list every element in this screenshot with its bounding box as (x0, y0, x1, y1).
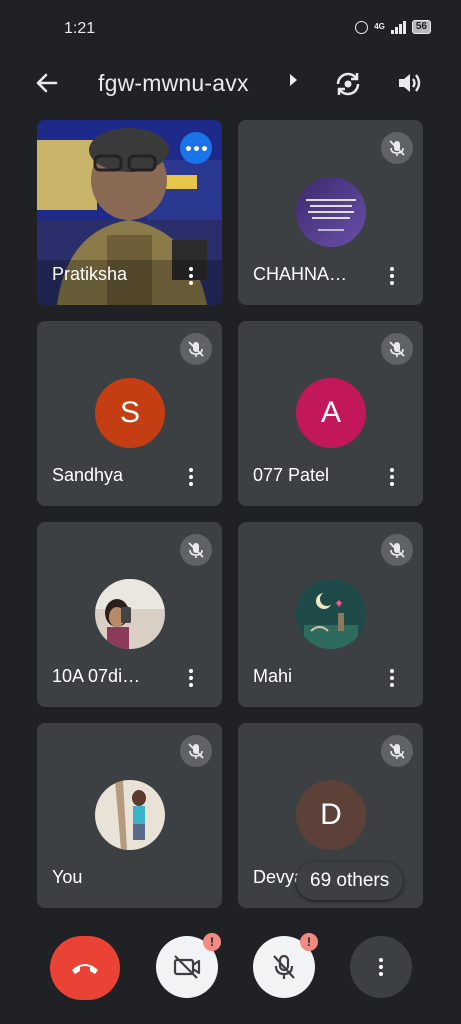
status-icons: 4G 56 (355, 20, 431, 34)
battery-icon: 56 (411, 20, 431, 34)
participant-avatar: A (296, 378, 366, 448)
participant-more-button[interactable] (382, 264, 402, 288)
call-controls: ! ! (0, 933, 461, 1002)
participant-avatar: D (296, 780, 366, 850)
participant-name: Sandhya (52, 465, 124, 485)
speaking-indicator-icon (180, 132, 212, 164)
more-options-button[interactable] (350, 936, 412, 998)
participant-avatar (296, 579, 366, 649)
participant-avatar (296, 177, 366, 247)
participant-tile[interactable]: Mahi (238, 522, 423, 707)
participant-name: You (52, 867, 83, 887)
mic-muted-icon (180, 534, 212, 566)
back-button[interactable] (30, 66, 64, 100)
participant-avatar (95, 780, 165, 850)
participant-name: Mahi (253, 666, 293, 686)
camera-toggle-button[interactable]: ! (156, 933, 221, 998)
participant-more-button[interactable] (181, 465, 201, 489)
participant-name: 10A 07di… (52, 666, 141, 686)
mic-muted-icon (381, 735, 413, 767)
signal-icon (390, 20, 406, 34)
participant-tile-self[interactable]: You (37, 723, 222, 908)
more-vert-icon (379, 958, 383, 976)
warning-badge-icon: ! (300, 933, 318, 951)
participant-tile[interactable]: A 077 Patel (238, 321, 423, 506)
participant-avatar (95, 579, 165, 649)
status-bar: 1:21 4G 56 (0, 0, 461, 58)
network-type: 4G (374, 22, 385, 31)
participant-more-button[interactable] (382, 465, 402, 489)
meeting-info-caret-icon[interactable] (290, 74, 297, 86)
switch-camera-button[interactable] (330, 66, 366, 102)
participant-tile[interactable]: S Sandhya (37, 321, 222, 506)
participant-tile[interactable]: Pratiksha (37, 120, 222, 305)
participant-tile[interactable]: CHAHNA… (238, 120, 423, 305)
audio-output-button[interactable] (393, 66, 427, 100)
mic-muted-icon (381, 132, 413, 164)
participant-name: CHAHNA… (253, 264, 348, 284)
participant-name: 077 Patel (253, 465, 330, 485)
mic-muted-icon (381, 333, 413, 365)
mic-muted-icon (381, 534, 413, 566)
back-arrow-icon (36, 73, 58, 93)
others-participants-chip[interactable]: 69 others (296, 862, 404, 900)
mic-off-icon (273, 954, 295, 979)
participant-avatar: S (95, 378, 165, 448)
hang-up-icon (72, 964, 98, 974)
switch-camera-icon (336, 72, 360, 96)
warning-badge-icon: ! (203, 933, 221, 951)
participant-tile[interactable]: 10A 07di… (37, 522, 222, 707)
participant-more-button[interactable] (181, 264, 201, 288)
meeting-code[interactable]: fgw-mwnu-avx (98, 70, 249, 97)
participant-more-button[interactable] (382, 666, 402, 690)
speaker-icon (399, 74, 421, 92)
meeting-header: fgw-mwnu-avx (0, 58, 461, 108)
participant-name: Pratiksha (52, 264, 128, 284)
mic-muted-icon (180, 735, 212, 767)
participant-more-button[interactable] (181, 666, 201, 690)
camera-off-icon (173, 955, 201, 979)
alarm-icon (355, 20, 369, 34)
end-call-button[interactable] (50, 936, 120, 1000)
mic-toggle-button[interactable]: ! (253, 933, 318, 998)
mic-muted-icon (180, 333, 212, 365)
status-time: 1:21 (64, 20, 96, 37)
